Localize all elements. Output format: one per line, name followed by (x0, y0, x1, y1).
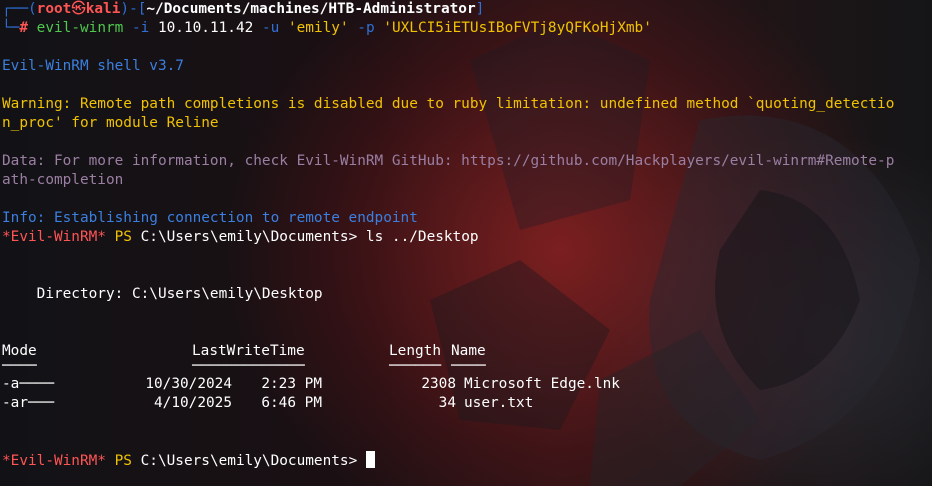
winrm-prompt-label: *Evil-WinRM* (2, 453, 106, 469)
shell-prompt-header: ┌──(root㉿kali)-[~/Documents/machines/HTB… (2, 0, 932, 19)
prompt-host: kali (85, 1, 121, 17)
row-time: 6:46 PM (261, 395, 322, 411)
terminal-output: ┌──(root㉿kali)-[~/Documents/machines/HTB… (2, 0, 932, 470)
prompt-path: ~/Documents/machines/HTB-Administrator (146, 1, 476, 17)
command-ip: 10.10.11.42 (157, 20, 254, 36)
ls-command: ls ../Desktop (365, 229, 479, 245)
terminal-window[interactable]: ┌──(root㉿kali)-[~/Documents/machines/HTB… (0, 0, 932, 486)
prompt-hash: # (19, 20, 28, 36)
winrm-prompt-line[interactable]: *Evil-WinRM* PS C:\Users\emily\Documents… (2, 228, 932, 247)
prompt-at-icon: ㉿ (71, 1, 86, 17)
row-name: Microsoft Edge.lnk (464, 376, 620, 392)
row-date: 4/10/2025 (154, 395, 232, 411)
data-line-2: ath-completion (2, 172, 124, 188)
row-mode: -ar─── (2, 395, 54, 411)
row-length: 2308 (421, 376, 456, 392)
winrm-prompt-label: *Evil-WinRM* (2, 229, 106, 245)
info-line: Info: Establishing connection to remote … (2, 210, 418, 226)
underline-name: ──── (451, 358, 486, 374)
row-name: user.txt (464, 395, 534, 411)
row-date: 10/30/2024 (145, 376, 232, 392)
warning-line-2: n_proc' for module Reline (2, 115, 219, 131)
prompt-open-paren: ( (28, 1, 37, 17)
command-flag-u: -u (261, 20, 280, 36)
directory-line: Directory: C:\Users\emily\Desktop (2, 286, 323, 302)
ps-label: PS (114, 229, 132, 245)
command-flag-p: -p (357, 20, 375, 36)
row-time: 2:23 PM (261, 376, 322, 392)
banner-line: Evil-WinRM shell v3.7 (2, 58, 184, 74)
prompt-bracket-close: ] (475, 1, 485, 17)
command-flag-i: -i (131, 20, 150, 36)
text-cursor[interactable] (365, 451, 375, 468)
prompt-bracket-open: -[ (129, 1, 147, 17)
prompt-box-bottom: └─ (2, 20, 20, 36)
ps-label: PS (114, 453, 132, 469)
command-exe: evil-winrm (36, 20, 124, 36)
underline-lastwritetime: ───────────── (192, 358, 305, 374)
row-length: 34 (438, 395, 456, 411)
prompt-close-paren: ) (120, 1, 130, 17)
winrm-prompt-active[interactable]: *Evil-WinRM* PS C:\Users\emily\Documents… (2, 451, 932, 470)
prompt-user: root (36, 1, 72, 17)
warning-line-1: Warning: Remote path completions is disa… (2, 96, 895, 112)
underline-length: ────── (389, 358, 441, 374)
command-pass-arg: 'UXLCI5iETUsIBoFVTj8yQFKoHjXmb' (383, 20, 652, 36)
table-row: -ar─── 4/10/2025 6:46 PM 34 user.txt (2, 394, 932, 413)
listing-rows: -a──── 10/30/2024 2:23 PM 2308 Microsoft Edg… (2, 375, 932, 413)
prompt-box-top: ┌── (2, 1, 28, 17)
table-row: -a──── 10/30/2024 2:23 PM 2308 Microsoft Edg… (2, 375, 932, 394)
winrm-cwd: C:\Users\emily\Documents> (140, 453, 358, 469)
command-user-arg: 'emily' (287, 20, 349, 36)
data-line-1: Data: For more information, check Evil-W… (2, 153, 895, 169)
winrm-cwd: C:\Users\emily\Documents> (140, 229, 358, 245)
row-mode: -a──── (2, 376, 54, 392)
command-line[interactable]: └─# evil-winrm -i 10.10.11.42 -u 'emily'… (2, 19, 932, 38)
underline-mode: ──── (2, 358, 37, 374)
listing-underline-row: ──── ───────────── ────── ──── (2, 358, 932, 375)
